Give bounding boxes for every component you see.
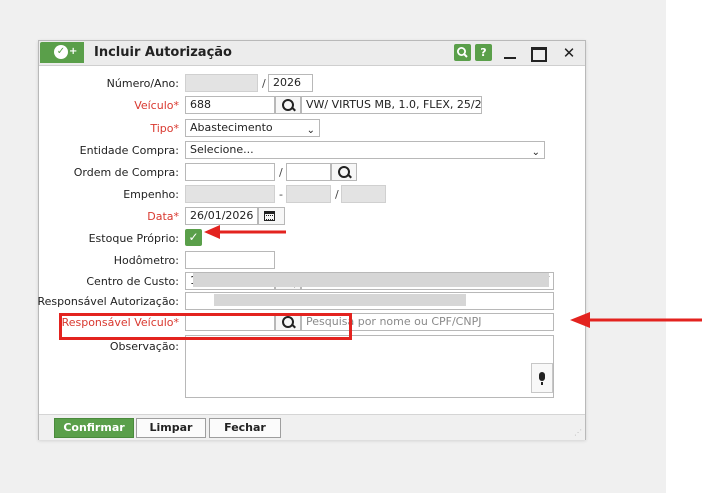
tipo-select-value: Abastecimento — [190, 121, 273, 134]
ordem-compra-separator: / — [279, 166, 283, 179]
redacted-region — [193, 273, 549, 287]
chevron-down-icon: ⌄ — [531, 147, 540, 158]
responsavel-autorizacao-row: Responsável Autorização: — [37, 292, 585, 312]
chevron-down-icon: ⌄ — [306, 125, 315, 136]
ano-field[interactable]: 2026 — [268, 74, 313, 92]
centro-custo-row: Centro de Custo: 1 ç F — [39, 272, 585, 292]
search-icon-glyph — [457, 47, 468, 58]
estoque-proprio-checkbox[interactable]: ✓ — [185, 229, 202, 246]
help-icon[interactable]: ? — [475, 44, 492, 61]
app-icon: ✓ + — [40, 42, 84, 63]
ordem-compra-search-button[interactable] — [331, 163, 357, 181]
entidade-compra-row: Entidade Compra: Selecione... ⌄ — [39, 141, 585, 161]
empenho-middle-field — [286, 185, 331, 203]
redacted-region — [214, 294, 466, 306]
data-row: Data* 26/01/2026 — [39, 207, 585, 227]
numero-ano-separator: / — [262, 77, 266, 90]
estoque-proprio-row: Estoque Próprio: ✓ — [39, 229, 585, 249]
microphone-stand — [541, 382, 543, 385]
check-icon: ✓ — [54, 45, 68, 59]
empenho-separator: / — [335, 188, 339, 201]
observacao-textarea[interactable] — [185, 335, 554, 398]
close-button[interactable]: ✕ — [559, 43, 579, 63]
ordem-compra-label: Ordem de Compra: — [73, 166, 179, 179]
ordem-compra-row: Ordem de Compra: / — [39, 163, 585, 183]
numero-ano-row: Número/Ano: / 2026 — [39, 74, 585, 94]
entidade-compra-select[interactable]: Selecione... ⌄ — [185, 141, 545, 159]
hodometro-field[interactable] — [185, 251, 275, 269]
search-icon-handle — [347, 173, 352, 179]
observacao-label: Observação: — [109, 340, 179, 353]
tipo-row: Tipo* Abastecimento ⌄ — [39, 119, 585, 139]
empenho-dash: - — [279, 188, 283, 201]
estoque-proprio-label: Estoque Próprio: — [88, 232, 179, 245]
search-icon-handle — [291, 106, 296, 112]
resize-grip-icon[interactable]: ⋰ — [574, 428, 582, 437]
dialog-footer: Confirmar Limpar Fechar ⋰ — [39, 414, 585, 440]
tipo-label: Tipo* — [150, 122, 179, 135]
confirm-button[interactable]: Confirmar — [54, 418, 134, 438]
close-icon: ✕ — [562, 44, 576, 62]
numero-ano-label: Número/Ano: — [106, 77, 179, 90]
ordem-compra-numero-field[interactable] — [185, 163, 275, 181]
hodometro-label: Hodômetro: — [113, 254, 179, 267]
dialog-titlebar: ✓ + Incluir Autorização ? ✕ — [39, 41, 585, 66]
close-form-button[interactable]: Fechar — [209, 418, 281, 438]
annotation-arrow-left-icon — [204, 225, 286, 239]
empenho-ano-field — [341, 185, 386, 203]
numero-field — [185, 74, 258, 92]
maximize-button[interactable] — [528, 43, 548, 63]
dialog-title: Incluir Autorização — [94, 45, 232, 60]
ordem-compra-ano-field[interactable] — [286, 163, 331, 181]
veiculo-label: Veículo* — [134, 99, 179, 112]
annotation-arrow-left-icon — [570, 312, 702, 328]
calendar-icon — [264, 211, 275, 221]
veiculo-code-field[interactable]: 688 — [185, 96, 275, 114]
annotation-highlight-box — [59, 313, 352, 340]
microphone-icon — [539, 372, 545, 381]
plus-icon: + — [69, 46, 78, 57]
veiculo-search-button[interactable] — [275, 96, 301, 114]
incluir-autorizacao-dialog: ✓ + Incluir Autorização ? ✕ Número/Ano: … — [38, 40, 586, 440]
tipo-select[interactable]: Abastecimento ⌄ — [185, 119, 320, 137]
hodometro-row: Hodômetro: — [39, 251, 585, 271]
microphone-button[interactable] — [531, 363, 553, 393]
veiculo-row: Veículo* 688 VW/ VIRTUS MB, 1.0, FLEX, 2… — [39, 96, 585, 116]
responsavel-autorizacao-label: Responsável Autorização: — [37, 295, 180, 308]
data-label: Data* — [147, 210, 179, 223]
search-icon[interactable] — [454, 44, 471, 61]
empenho-numero-field — [185, 185, 275, 203]
clear-button[interactable]: Limpar — [136, 418, 206, 438]
entidade-compra-label: Entidade Compra: — [79, 144, 179, 157]
centro-custo-label: Centro de Custo: — [86, 275, 179, 288]
maximize-icon — [531, 47, 547, 62]
empenho-label: Empenho: — [123, 188, 179, 201]
minimize-button[interactable] — [500, 43, 520, 63]
minimize-icon — [504, 57, 516, 59]
entidade-compra-select-value: Selecione... — [190, 143, 254, 156]
veiculo-description-field: VW/ VIRTUS MB, 1.0, FLEX, 25/25, — [301, 96, 482, 114]
empenho-row: Empenho: - / — [39, 185, 585, 205]
